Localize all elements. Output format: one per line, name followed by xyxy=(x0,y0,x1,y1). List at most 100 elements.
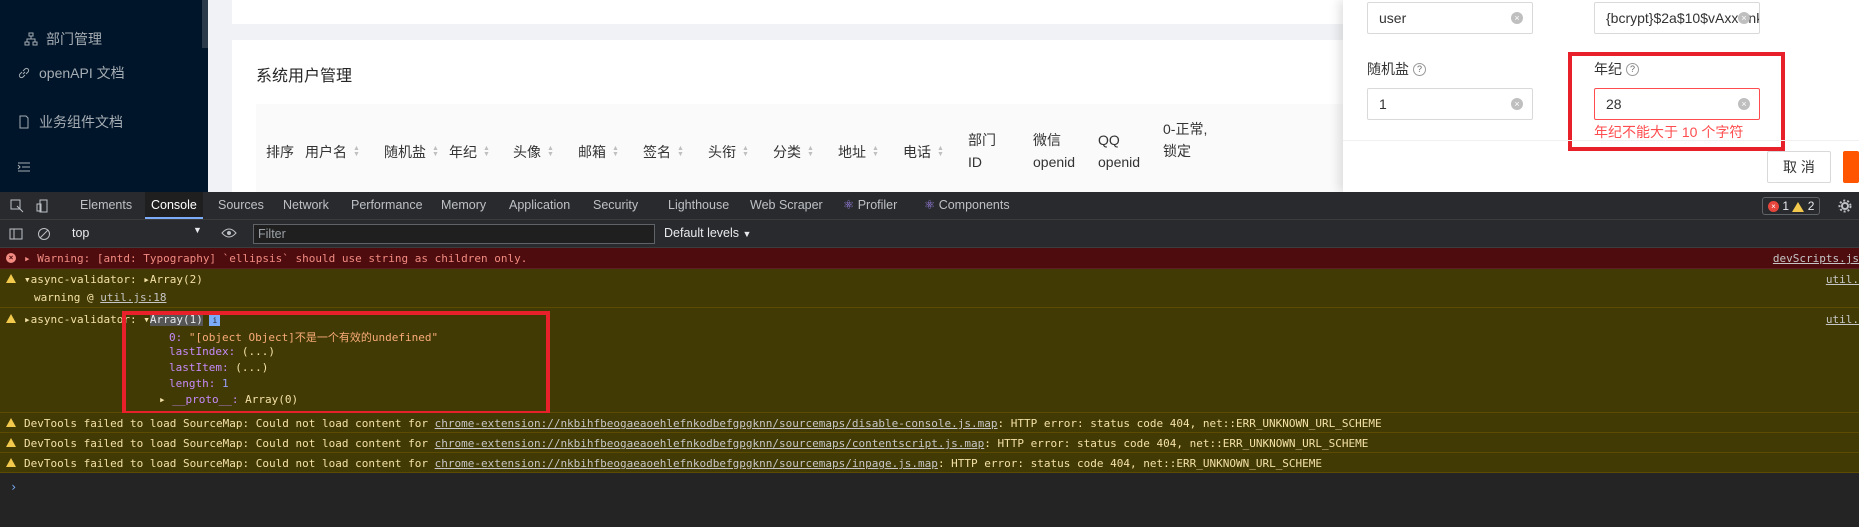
sourcemap-warning-row[interactable]: DevTools failed to load SourceMap: Could… xyxy=(0,453,1859,473)
tab-components-label: Components xyxy=(938,198,1010,212)
sort-icon: ▲ ▼ xyxy=(872,145,879,158)
console-error-row[interactable]: × ▸ Warning: [antd: Typography] `ellipsi… xyxy=(0,248,1859,269)
tab-profiler[interactable]: ⚛ Profiler xyxy=(843,192,897,219)
sort-icon: ▲ ▼ xyxy=(612,145,619,158)
app-viewport: 部门管理 openAPI 文档 业务组件文档 系统用户管理 排序 用户名 ▲▼ xyxy=(0,0,1859,192)
log-levels-dropdown[interactable]: Default levels ▼ xyxy=(664,226,751,240)
sourcemap-link[interactable]: chrome-extension://nkbihfbeogaeaoehlefnk… xyxy=(435,437,985,450)
source-link[interactable]: devScripts.js xyxy=(1773,252,1859,265)
warning-icon xyxy=(6,314,16,323)
column-header[interactable]: 0-正常, 锁定 xyxy=(1163,118,1209,162)
sidebar-item-openapi[interactable]: openAPI 文档 xyxy=(17,63,125,83)
warning-label: async-validator: xyxy=(30,313,137,326)
clear-icon[interactable]: × xyxy=(1511,98,1523,110)
context-selector[interactable]: top xyxy=(72,226,89,240)
column-header[interactable]: QQ openid xyxy=(1098,129,1148,173)
tab-sources[interactable]: Sources xyxy=(218,192,264,219)
column-label: 0-正常, 锁定 xyxy=(1163,121,1208,159)
console-output: × ▸ Warning: [antd: Typography] `ellipsi… xyxy=(0,248,1859,527)
chevron-down-icon: ▼ xyxy=(742,229,752,239)
column-header[interactable]: 邮箱 ▲ ▼ xyxy=(578,141,619,163)
warning-icon xyxy=(6,458,16,467)
eye-icon[interactable] xyxy=(221,226,237,243)
error-icon: × xyxy=(1768,201,1779,213)
source-link[interactable]: util. xyxy=(1826,273,1859,286)
warning-message: DevTools failed to load SourceMap: Could… xyxy=(24,417,1382,430)
warning-icon xyxy=(6,418,16,427)
column-header[interactable]: 头衔 ▲ ▼ xyxy=(708,141,749,163)
clear-icon[interactable]: × xyxy=(1511,12,1523,24)
file-icon xyxy=(17,115,31,129)
chevron-down-icon: ▼ xyxy=(193,225,202,235)
tab-elements[interactable]: Elements xyxy=(80,192,132,219)
tab-memory[interactable]: Memory xyxy=(441,192,486,219)
cancel-button[interactable]: 取 消 xyxy=(1767,151,1831,183)
drawer-footer-divider xyxy=(1343,140,1859,141)
column-header[interactable]: 部门 ID xyxy=(968,129,1008,173)
sidebar-item-components-doc[interactable]: 业务组件文档 xyxy=(17,112,123,132)
tab-network[interactable]: Network xyxy=(283,192,329,219)
warning-message: ▾async-validator: ▸Array(2) xyxy=(24,273,203,286)
sourcemap-suffix: : HTTP error: status code 404, net::ERR_… xyxy=(984,437,1369,450)
tab-performance[interactable]: Performance xyxy=(351,192,423,219)
warning-message: DevTools failed to load SourceMap: Could… xyxy=(24,457,1322,470)
sourcemap-link[interactable]: chrome-extension://nkbihfbeogaeaoehlefnk… xyxy=(435,417,998,430)
stack-link[interactable]: util.js:18 xyxy=(100,291,166,304)
menu-fold-button[interactable] xyxy=(17,160,31,174)
react-icon: ⚛ xyxy=(924,198,936,212)
highlight-box xyxy=(1568,52,1785,151)
username-input[interactable]: user × xyxy=(1367,2,1533,34)
settings-gear-icon[interactable] xyxy=(1838,192,1852,219)
column-label: 排序 xyxy=(266,144,294,160)
question-circle-icon[interactable]: ? xyxy=(1413,62,1426,76)
sourcemap-link[interactable]: chrome-extension://nkbihfbeogaeaoehlefnk… xyxy=(435,457,938,470)
column-header[interactable]: 分类 ▲ ▼ xyxy=(773,141,814,163)
tab-security[interactable]: Security xyxy=(593,192,638,219)
column-header[interactable]: 排序 xyxy=(266,141,294,163)
filter-input[interactable]: Filter xyxy=(253,224,655,244)
column-header[interactable]: 头像 ▲ ▼ xyxy=(513,141,554,163)
source-link[interactable]: util. xyxy=(1826,313,1859,326)
tab-web-scraper[interactable]: Web Scraper xyxy=(750,192,823,219)
salt-label: 随机盐 ? xyxy=(1367,59,1426,79)
column-header[interactable]: 签名 ▲ ▼ xyxy=(643,141,684,163)
context-value: top xyxy=(72,226,90,240)
column-label: 电话 xyxy=(903,144,931,160)
table-header: 排序 用户名 ▲ ▼ 随机盐 ▲ ▼ 年纪 ▲ ▼ 头像 ▲ ▼ 邮箱 ▲ ▼ 签名 ▲ ▼ 头衔 ▲ ▼ … xyxy=(256,104,1343,192)
clear-console-icon[interactable] xyxy=(37,227,51,244)
tab-lighthouse[interactable]: Lighthouse xyxy=(668,192,729,219)
column-header[interactable]: 随机盐 ▲ ▼ xyxy=(384,141,439,163)
password-input[interactable]: {bcrypt}$2a$10$vAxxCnk × xyxy=(1594,2,1760,34)
column-label: 签名 xyxy=(643,144,671,160)
warning-value: Array(2) xyxy=(149,273,203,286)
sidebar-item-label: 业务组件文档 xyxy=(39,114,123,130)
issue-counter[interactable]: × 1 2 xyxy=(1762,197,1821,215)
tab-components[interactable]: ⚛ Components xyxy=(924,192,1010,219)
sidebar-toggle-icon[interactable] xyxy=(9,227,23,244)
column-label: 年纪 xyxy=(449,144,477,160)
sort-icon: ▲ ▼ xyxy=(807,145,814,158)
console-prompt[interactable]: › xyxy=(10,480,17,494)
tab-application[interactable]: Application xyxy=(509,192,570,219)
sourcemap-prefix: DevTools failed to load SourceMap: Could… xyxy=(24,457,428,470)
column-header[interactable]: 年纪 ▲ ▼ xyxy=(449,141,490,163)
sourcemap-suffix: : HTTP error: status code 404, net::ERR_… xyxy=(937,457,1323,470)
column-header[interactable]: 电话 ▲ ▼ xyxy=(903,141,944,163)
edit-drawer: user × {bcrypt}$2a$10$vAxxCnk × 随机盐 ? 1 … xyxy=(1343,0,1859,192)
clear-icon[interactable]: × xyxy=(1738,12,1750,24)
inspect-element-icon[interactable] xyxy=(10,192,24,219)
submit-button[interactable] xyxy=(1843,151,1859,183)
device-toolbar-icon[interactable] xyxy=(36,192,50,219)
tab-console[interactable]: Console xyxy=(145,192,203,219)
column-header[interactable]: 用户名 ▲ ▼ xyxy=(305,141,360,163)
sourcemap-warning-row[interactable]: DevTools failed to load SourceMap: Could… xyxy=(0,413,1859,433)
sidebar-item-label: openAPI 文档 xyxy=(39,65,125,81)
column-header[interactable]: 微信 openid xyxy=(1033,129,1083,173)
salt-input[interactable]: 1 × xyxy=(1367,88,1533,120)
sidebar-item-department[interactable]: 部门管理 xyxy=(24,29,102,49)
console-warning-row[interactable]: ▾async-validator: ▸Array(2) warning @ ut… xyxy=(0,269,1859,308)
sort-icon: ▲ ▼ xyxy=(547,145,554,158)
column-header[interactable]: 地址 ▲ ▼ xyxy=(838,141,879,163)
sourcemap-warning-row[interactable]: DevTools failed to load SourceMap: Could… xyxy=(0,433,1859,453)
column-label: 头衔 xyxy=(708,144,736,160)
